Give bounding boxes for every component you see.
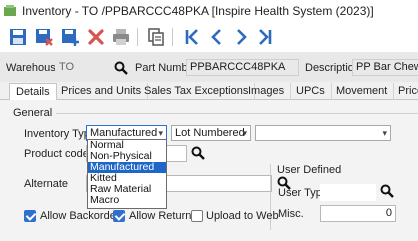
lot-tracking-value: Lot Numbered: [175, 127, 245, 139]
allow-returns-checkbox[interactable]: [113, 210, 125, 222]
chevron-down-icon: ▾: [382, 128, 387, 138]
details-panel: General Inventory Type Manufactured ▾ Lo…: [0, 100, 418, 241]
product-code-label: Product code: [24, 148, 89, 160]
tab-upcs[interactable]: UPCs: [290, 83, 332, 100]
save-close-icon: [36, 29, 53, 46]
last-record-icon: [259, 29, 272, 45]
tab-strip: Details Prices and Units Sales Tax Excep…: [0, 82, 418, 101]
window-title: Inventory - TO /PPBARCCC48PKA [Inspire H…: [22, 4, 374, 18]
search-icon[interactable]: [191, 146, 205, 160]
allow-returns-label: Allow Returns: [129, 210, 197, 222]
user-defined-group-label: User Defined: [277, 164, 342, 176]
search-icon[interactable]: [114, 61, 128, 75]
alternate-label: Alternate: [24, 178, 69, 190]
print-icon: [113, 29, 129, 45]
tab-prices-and-units[interactable]: Prices and Units: [55, 83, 149, 100]
previous-record-icon: [211, 29, 221, 45]
record-header: Warehouse TO Part Number PPBARCCC48PKA D…: [0, 52, 418, 82]
first-record-icon: [185, 29, 198, 45]
next-record-button[interactable]: [229, 25, 253, 49]
chevron-down-icon: ▾: [242, 128, 247, 138]
upload-to-web-label: Upload to Web: [206, 210, 279, 222]
save-new-icon: [62, 29, 79, 46]
save-new-button[interactable]: [58, 25, 82, 49]
copy-icon: [148, 28, 164, 46]
tab-price[interactable]: Price: [392, 83, 418, 100]
warehouse-field[interactable]: TO: [55, 59, 111, 76]
warehouse-label: Warehouse: [6, 62, 62, 74]
tab-sales-tax-exceptions[interactable]: Sales Tax Exceptions: [138, 83, 256, 100]
toolbar-separator: [172, 28, 173, 46]
dropdown-option-macro[interactable]: Macro: [88, 195, 166, 206]
lot-tracking-select[interactable]: Lot Numbered ▾: [171, 125, 251, 141]
save-icon: [10, 29, 26, 45]
group-divider: [56, 113, 418, 114]
next-record-icon: [237, 29, 247, 45]
toolbar: [0, 22, 418, 52]
inventory-type-value: Manufactured: [90, 127, 158, 139]
inventory-type-dropdown[interactable]: Normal Non-Physical Manufactured Kitted …: [87, 139, 167, 209]
app-icon: [4, 5, 16, 16]
misc-field[interactable]: 0: [320, 205, 396, 222]
delete-button[interactable]: [84, 25, 108, 49]
general-group-label: General: [13, 107, 53, 119]
title-bar: Inventory - TO /PPBARCCC48PKA [Inspire H…: [0, 0, 418, 22]
search-icon[interactable]: [380, 184, 394, 198]
upload-to-web-checkbox[interactable]: [191, 210, 203, 222]
toolbar-separator: [137, 28, 138, 46]
chevron-down-icon: ▾: [158, 128, 163, 138]
description-field[interactable]: PP Bar Chewy Cl: [352, 59, 418, 76]
copy-button[interactable]: [144, 25, 168, 49]
part-number-field[interactable]: PPBARCCC48PKA: [186, 59, 299, 76]
delete-icon: [88, 29, 104, 45]
first-record-button[interactable]: [180, 25, 204, 49]
allow-backorders-checkbox[interactable]: [24, 210, 36, 222]
user-type-field[interactable]: [320, 184, 376, 201]
tab-details[interactable]: Details: [9, 83, 57, 101]
tab-movement[interactable]: Movement: [330, 83, 395, 100]
save-button[interactable]: [6, 25, 30, 49]
tab-images[interactable]: Images: [242, 83, 292, 100]
save-close-button[interactable]: [32, 25, 56, 49]
last-record-button[interactable]: [253, 25, 277, 49]
misc-label: Misc.: [278, 208, 304, 220]
third-select[interactable]: ▾: [255, 125, 391, 141]
print-button[interactable]: [109, 25, 133, 49]
previous-record-button[interactable]: [205, 25, 229, 49]
